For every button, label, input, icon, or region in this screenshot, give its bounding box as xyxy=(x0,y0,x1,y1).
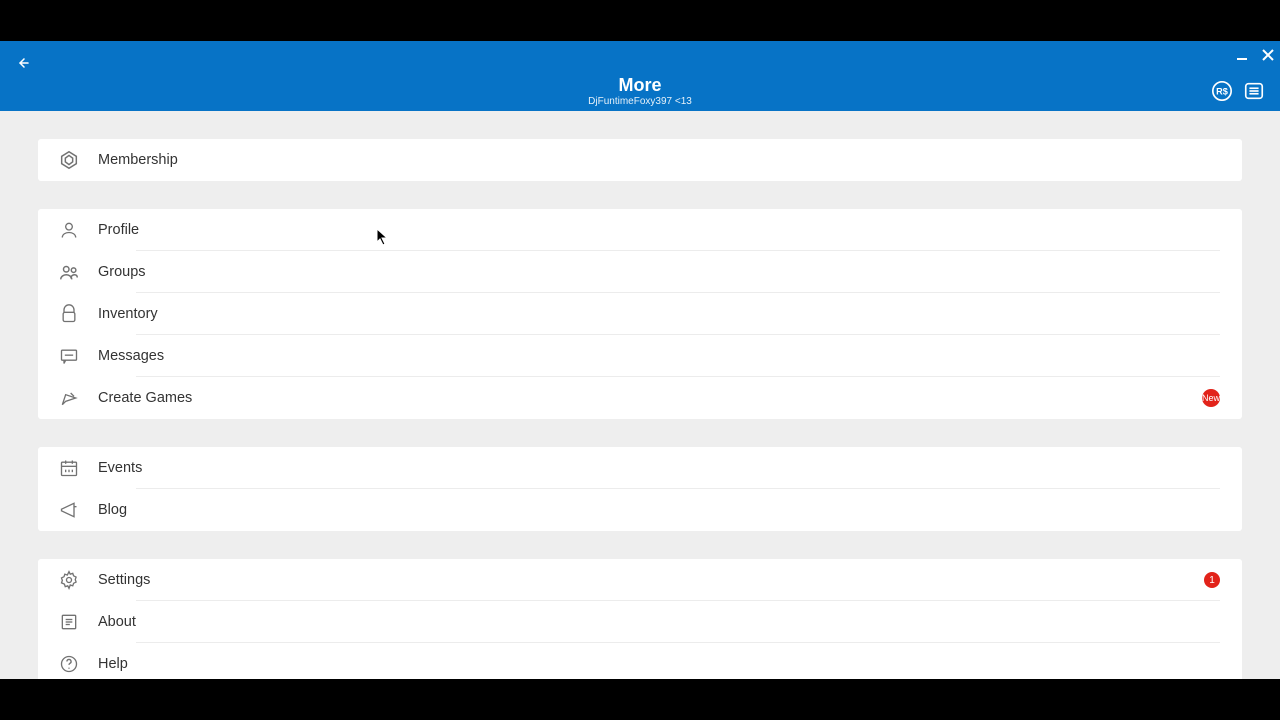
menu-item-messages[interactable]: Messages xyxy=(38,335,1242,377)
menu-item-membership[interactable]: Membership xyxy=(38,139,1242,181)
app-window: More DjFuntimeFoxy397 <13 R$ Membership xyxy=(0,41,1280,679)
menu-item-about[interactable]: About xyxy=(38,601,1242,643)
robux-icon: R$ xyxy=(1211,80,1233,102)
help-icon xyxy=(58,653,80,675)
menu-icon xyxy=(1243,80,1265,102)
robux-button[interactable]: R$ xyxy=(1210,79,1234,103)
events-icon xyxy=(58,457,80,479)
close-icon xyxy=(1262,49,1274,61)
header-bar: More DjFuntimeFoxy397 <13 R$ xyxy=(0,41,1280,111)
menu-section: Events Blog xyxy=(38,447,1242,531)
menu-item-create-games[interactable]: Create Games New xyxy=(38,377,1242,419)
membership-icon xyxy=(58,149,80,171)
menu-item-blog[interactable]: Blog xyxy=(38,489,1242,531)
menu-item-label: Inventory xyxy=(98,306,158,322)
minimize-icon xyxy=(1236,49,1248,61)
about-icon xyxy=(58,611,80,633)
menu-item-label: Profile xyxy=(98,222,139,238)
menu-section: Profile Groups Inventory xyxy=(38,209,1242,419)
menu-item-label: Blog xyxy=(98,502,127,518)
create-games-icon xyxy=(58,387,80,409)
menu-section: Membership xyxy=(38,139,1242,181)
menu-item-settings[interactable]: Settings 1 xyxy=(38,559,1242,601)
menu-item-label: About xyxy=(98,614,136,630)
new-badge: New xyxy=(1202,389,1220,407)
close-button[interactable] xyxy=(1260,49,1276,61)
menu-item-inventory[interactable]: Inventory xyxy=(38,293,1242,335)
letterbox-top xyxy=(0,0,1280,41)
menu-item-help[interactable]: Help xyxy=(38,643,1242,679)
header-right-icons: R$ xyxy=(1210,79,1266,103)
notification-badge: 1 xyxy=(1204,572,1220,588)
menu-item-groups[interactable]: Groups xyxy=(38,251,1242,293)
inventory-icon xyxy=(58,303,80,325)
menu-item-label: Events xyxy=(98,460,142,476)
menu-item-label: Messages xyxy=(98,348,164,364)
menu-body: Membership Profile Groups xyxy=(0,111,1280,679)
minimize-button[interactable] xyxy=(1234,49,1250,61)
groups-icon xyxy=(58,261,80,283)
svg-text:R$: R$ xyxy=(1216,87,1228,97)
menu-item-label: Help xyxy=(98,656,128,672)
menu-item-label: Membership xyxy=(98,152,178,168)
menu-item-profile[interactable]: Profile xyxy=(38,209,1242,251)
menu-section: Settings 1 About Help xyxy=(38,559,1242,679)
page-title: More xyxy=(0,75,1280,96)
profile-icon xyxy=(58,219,80,241)
menu-item-events[interactable]: Events xyxy=(38,447,1242,489)
menu-item-label: Create Games xyxy=(98,390,192,406)
menu-item-label: Settings xyxy=(98,572,150,588)
back-button[interactable] xyxy=(12,53,32,73)
letterbox-bottom xyxy=(0,679,1280,720)
menu-item-label: Groups xyxy=(98,264,146,280)
user-subtitle: DjFuntimeFoxy397 <13 xyxy=(0,96,1280,107)
back-arrow-icon xyxy=(14,55,30,71)
menu-button[interactable] xyxy=(1242,79,1266,103)
messages-icon xyxy=(58,345,80,367)
blog-icon xyxy=(58,499,80,521)
window-controls xyxy=(1234,49,1276,61)
settings-icon xyxy=(58,569,80,591)
